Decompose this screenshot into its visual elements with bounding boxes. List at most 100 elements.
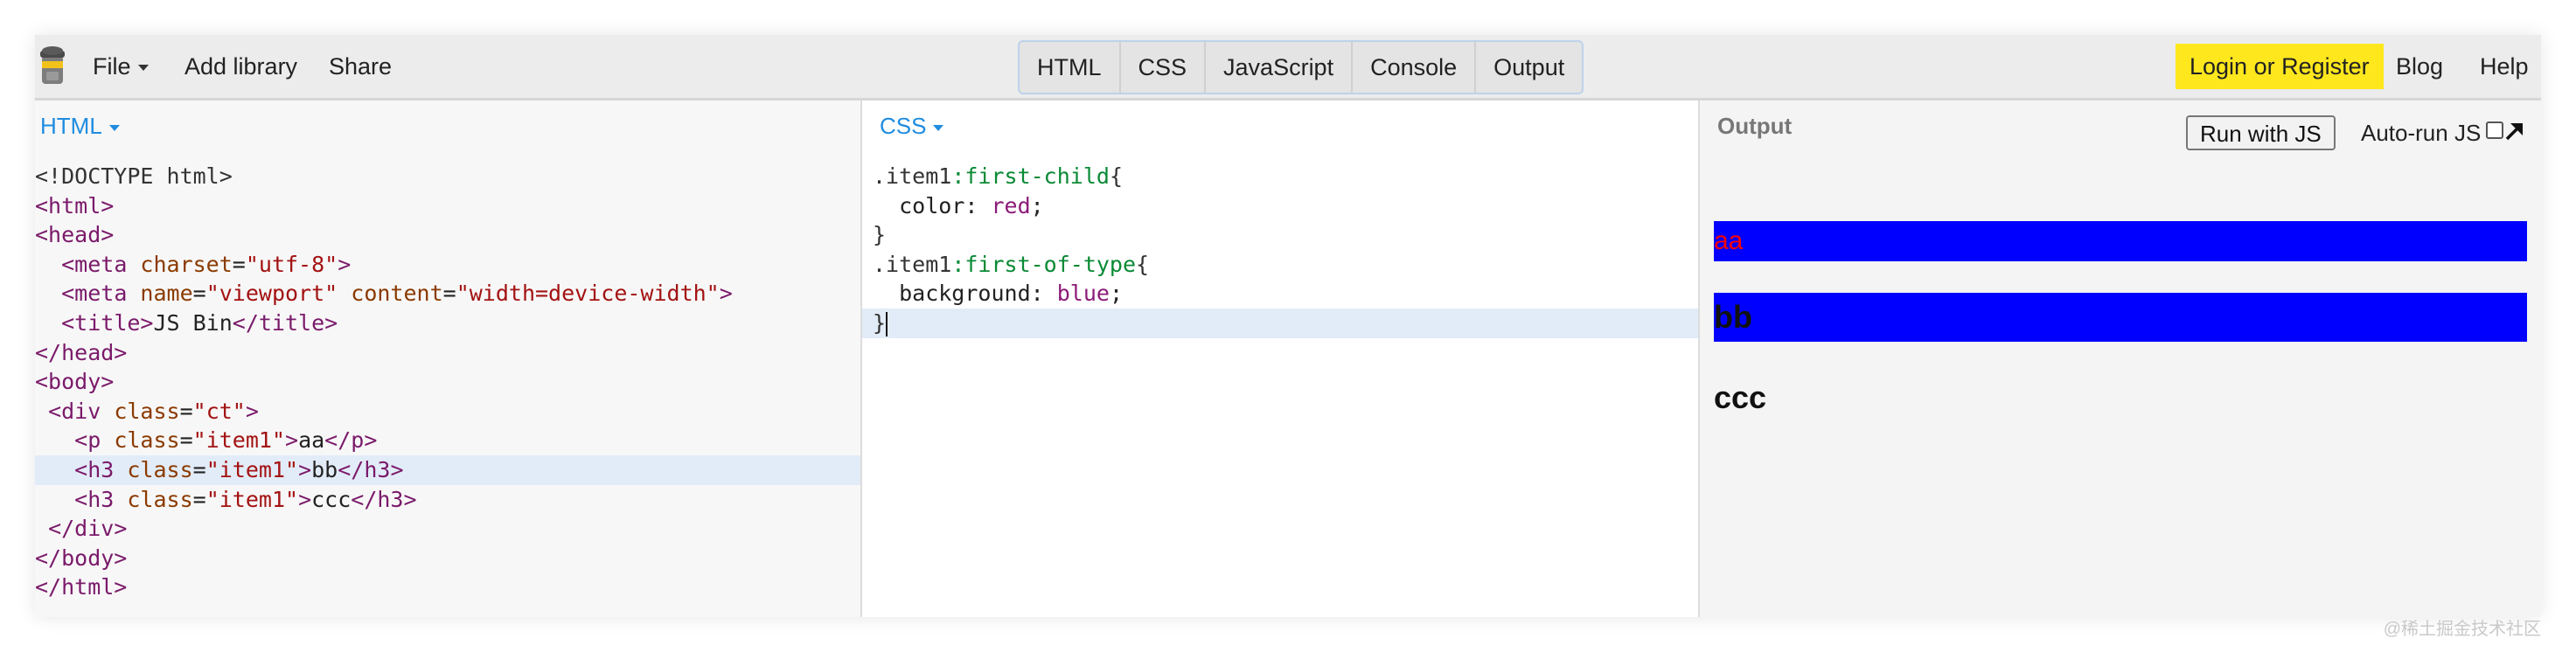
code-token: <head> <box>35 222 115 248</box>
code-token: <div <box>48 398 115 424</box>
code-token: aa <box>298 427 325 454</box>
html-code-line[interactable]: </body> <box>35 544 860 573</box>
html-code-line[interactable]: <body> <box>35 367 860 397</box>
jsbin-window: File Add library Share HTML CSS JavaScri… <box>35 35 2541 617</box>
code-token: "item1" <box>205 456 299 482</box>
code-token: > <box>338 251 352 277</box>
code-token: charset <box>140 251 233 277</box>
code-token: </p> <box>324 427 378 454</box>
html-code-line[interactable]: <meta name="viewport" content="width=dev… <box>35 279 860 309</box>
code-token: "utf-8" <box>245 251 338 277</box>
css-code-line[interactable]: } <box>862 220 1698 250</box>
chevron-down-icon <box>108 124 120 131</box>
code-token: "ct" <box>192 398 246 424</box>
code-token: </div> <box>48 516 128 542</box>
html-editor-panel[interactable]: HTML <!DOCTYPE html> <html> <head> <meta c… <box>35 101 862 617</box>
code-token: JS Bin <box>153 309 233 336</box>
html-code-line[interactable]: <div class="ct"> <box>35 397 860 427</box>
code-token: "item1" <box>192 427 285 454</box>
code-token: blue <box>1056 281 1110 307</box>
css-code-line[interactable]: } <box>862 308 1698 338</box>
code-token: background: <box>873 281 1057 307</box>
code-token: <html> <box>35 192 115 218</box>
code-token: red <box>991 192 1031 218</box>
code-token: .item1 <box>873 251 952 277</box>
html-code-line[interactable]: <meta charset="utf-8"> <box>35 250 860 280</box>
html-code-line[interactable]: <!DOCTYPE html> <box>35 162 860 191</box>
html-code-line[interactable]: <html> <box>35 191 860 221</box>
tab-css[interactable]: CSS <box>1121 42 1207 93</box>
code-token: "viewport" <box>205 281 338 307</box>
css-code-line[interactable]: color: red; <box>862 191 1698 221</box>
css-panel-dropdown[interactable]: CSS <box>880 113 944 139</box>
blog-link[interactable]: Blog <box>2396 35 2443 98</box>
panel-tabs: HTML CSS JavaScript Console Output <box>1018 40 1584 94</box>
code-token: bb <box>311 456 338 482</box>
html-code-line[interactable]: </div> <box>35 514 860 544</box>
add-library-button[interactable]: Add library <box>184 35 297 98</box>
html-code-line[interactable]: </head> <box>35 338 860 368</box>
html-panel-label: HTML <box>40 113 102 139</box>
code-token: <body> <box>35 369 115 395</box>
html-code-editor[interactable]: <!DOCTYPE html> <html> <head> <meta charse… <box>35 162 860 602</box>
login-register-button[interactable]: Login or Register <box>2176 44 2384 89</box>
tab-html[interactable]: HTML <box>1020 42 1121 93</box>
code-token: > <box>298 486 312 512</box>
code-token: = <box>179 427 193 454</box>
code-token: name <box>140 281 193 307</box>
html-code-line[interactable]: <title>JS Bin</title> <box>35 309 860 338</box>
run-with-js-button[interactable]: Run with JS <box>2186 115 2336 150</box>
html-code-line[interactable]: <head> <box>35 220 860 250</box>
auto-run-js-toggle[interactable]: Auto-run JS <box>2361 120 2504 146</box>
tab-output[interactable]: Output <box>1476 42 1582 93</box>
code-token: = <box>192 281 206 307</box>
watermark-text: @稀土掘金技术社区 <box>2383 620 2541 639</box>
code-token: } <box>873 309 887 336</box>
css-editor-panel[interactable]: CSS .item1:first-child{ color: red;} .ite… <box>862 101 1700 617</box>
css-code-editor[interactable]: .item1:first-child{ color: red;} .item1:f… <box>862 162 1698 338</box>
top-toolbar: File Add library Share HTML CSS JavaScri… <box>35 35 2541 101</box>
css-code-line[interactable]: background: blue; <box>862 279 1698 309</box>
code-token: </h3> <box>338 456 404 482</box>
code-token: <meta <box>61 251 141 277</box>
html-panel-dropdown[interactable]: HTML <box>40 113 120 139</box>
html-code-line[interactable]: <h3 class="item1">ccc</h3> <box>35 485 860 515</box>
code-token: ; <box>1030 192 1044 218</box>
tab-javascript[interactable]: JavaScript <box>1206 42 1354 93</box>
jsbin-logo-icon[interactable] <box>38 44 66 87</box>
code-token: "item1" <box>205 486 299 512</box>
output-paragraph-aa: aa <box>1714 221 2527 261</box>
code-token: :first-child <box>951 163 1110 189</box>
code-token: > <box>245 398 259 424</box>
code-token: </title> <box>232 309 338 336</box>
html-code-line[interactable]: <p class="item1">aa</p> <box>35 426 860 455</box>
chevron-down-icon <box>137 65 149 72</box>
code-token: ccc <box>311 486 352 512</box>
share-button[interactable]: Share <box>329 35 392 98</box>
output-heading-bb: bb <box>1714 293 2527 342</box>
code-token: class <box>127 486 193 512</box>
pop-out-arrow-icon[interactable] <box>2502 118 2528 144</box>
css-code-line[interactable]: .item1:first-of-type{ <box>862 250 1698 280</box>
html-code-line[interactable]: <h3 class="item1">bb</h3> <box>35 454 860 485</box>
html-code-line[interactable]: </html> <box>35 572 860 602</box>
code-token: class <box>114 398 180 424</box>
file-menu[interactable]: File <box>93 35 149 98</box>
tab-console[interactable]: Console <box>1353 42 1477 93</box>
output-heading-ccc: ccc <box>1714 379 1767 415</box>
css-code-line[interactable]: .item1:first-child{ <box>862 162 1698 191</box>
code-token: = <box>192 456 206 482</box>
code-token: <title> <box>61 309 154 336</box>
css-panel-label: CSS <box>880 113 927 139</box>
code-token: </body> <box>35 544 128 571</box>
code-token: </head> <box>35 339 128 365</box>
auto-run-js-label: Auto-run JS <box>2361 120 2482 146</box>
code-token: content <box>351 281 443 307</box>
help-link[interactable]: Help <box>2480 35 2529 98</box>
